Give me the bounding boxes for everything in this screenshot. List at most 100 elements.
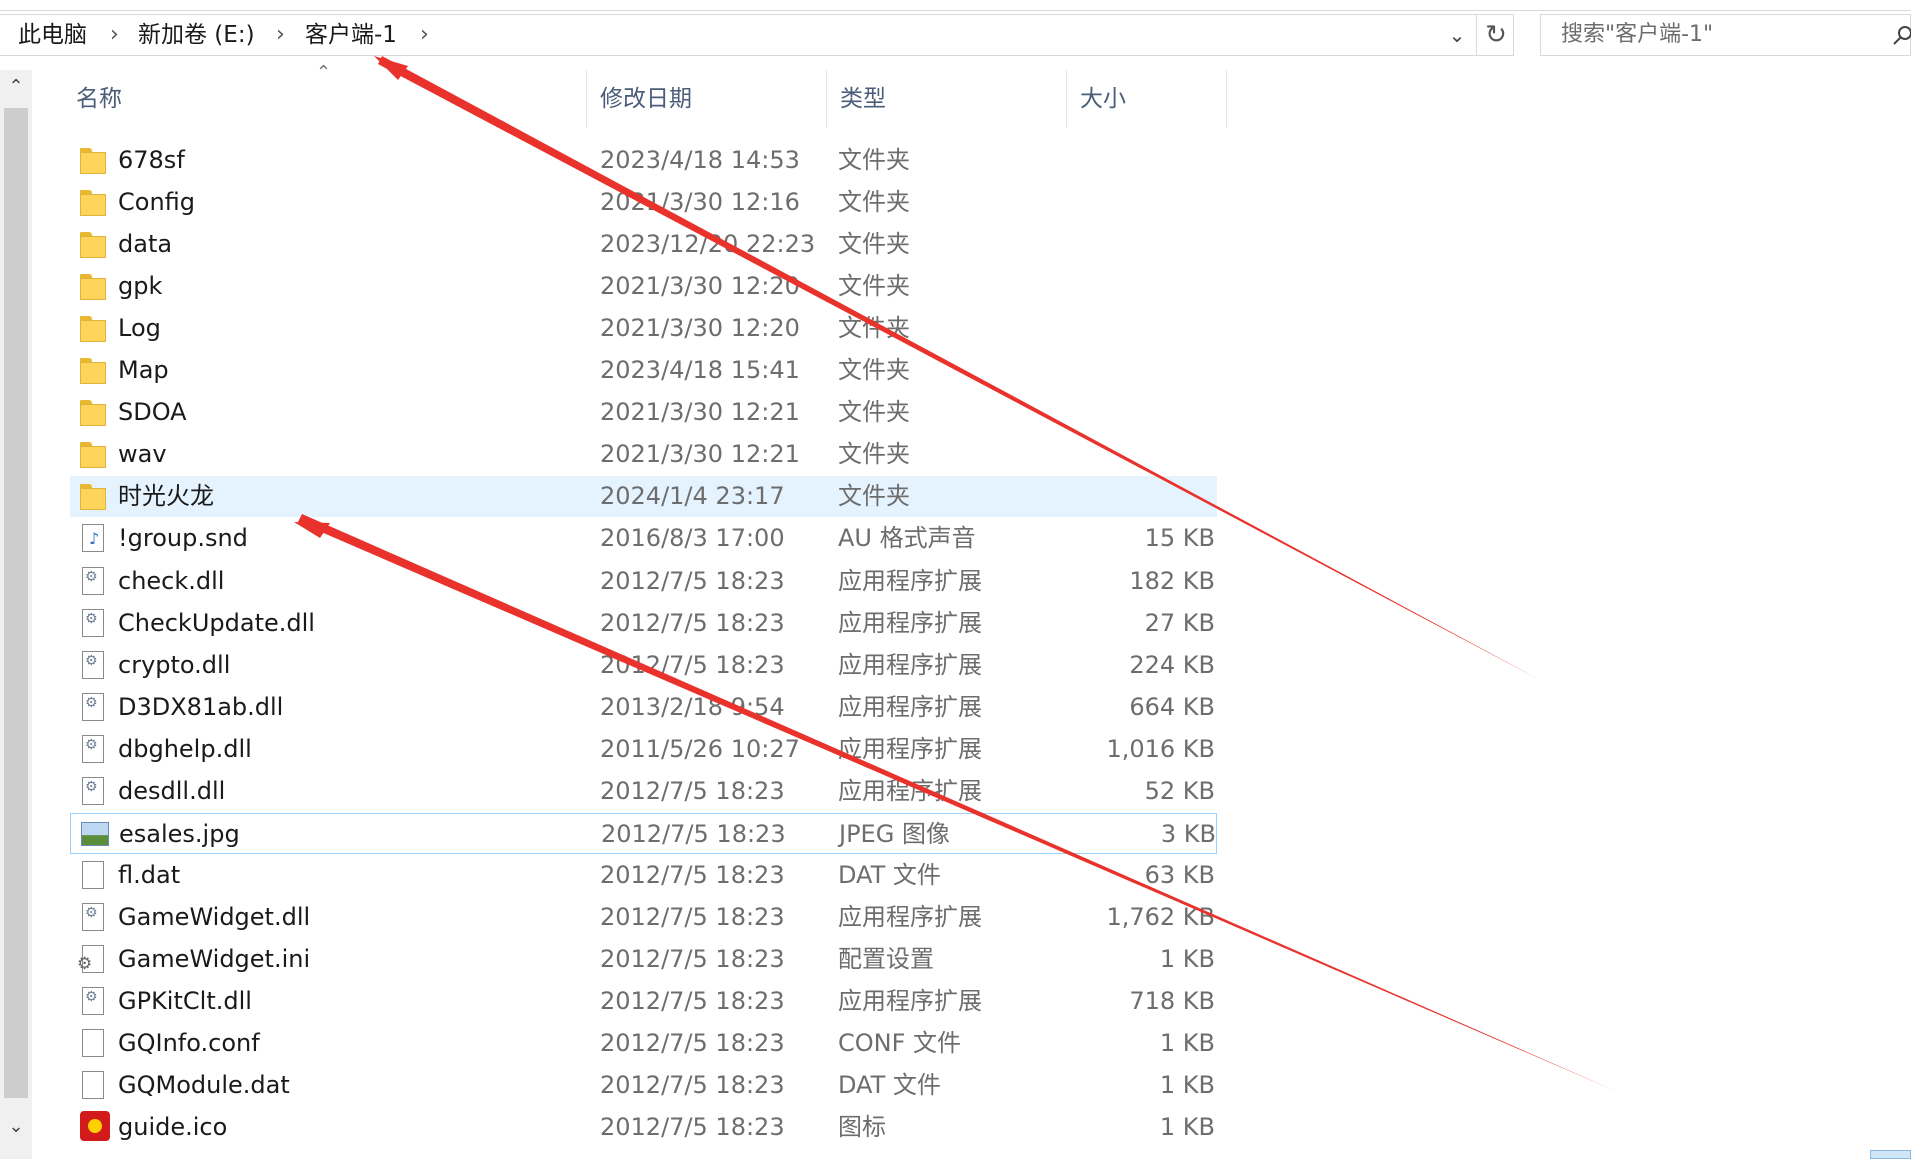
file-type: 应用程序扩展 [838, 566, 982, 595]
file-row[interactable]: GQModule.dat 2012/7/5 18:23 DAT 文件 1 KB [70, 1065, 1217, 1106]
file-type: 文件夹 [838, 146, 910, 174]
file-icon-cell [80, 981, 110, 1022]
file-modified-date: 2021/3/30 12:20 [600, 272, 800, 301]
column-header-date[interactable]: 修改日期 [586, 70, 826, 128]
file-name: SDOA [118, 398, 187, 427]
file-icon-cell [80, 729, 110, 770]
file-row[interactable]: dbghelp.dll 2011/5/26 10:27 应用程序扩展 1,016 KB [70, 729, 1217, 770]
file-modified-date: 2012/7/5 18:23 [600, 944, 785, 973]
file-icon-cell [81, 814, 111, 855]
file-size [1030, 392, 1215, 433]
file-row[interactable]: guide.ico 2012/7/5 18:23 图标 1 KB [70, 1107, 1217, 1148]
file-row[interactable]: Log 2021/3/30 12:20 文件夹 [70, 308, 1217, 349]
file-icon-cell [80, 771, 110, 812]
address-bar[interactable]: 此电脑 › 新加卷 (E:) › 客户端-1 › ⌄ ↻ [0, 14, 1514, 56]
file-row[interactable]: check.dll 2012/7/5 18:23 应用程序扩展 182 KB [70, 561, 1217, 602]
file-row[interactable]: Map 2023/4/18 15:41 文件夹 [70, 350, 1217, 391]
file-icon-cell [80, 266, 110, 307]
file-modified-date: 2012/7/5 18:23 [600, 1029, 785, 1058]
file-modified-date: 2012/7/5 18:23 [600, 608, 785, 637]
search-input[interactable]: 搜索"客户端-1" [1540, 14, 1911, 56]
file-row[interactable]: D3DX81ab.dll 2013/2/18 9:54 应用程序扩展 664 KB [70, 687, 1217, 728]
file-size: 1 KB [1159, 1113, 1215, 1142]
file-name: Config [118, 188, 196, 217]
ico-file-icon [80, 1111, 110, 1142]
file-modified-date: 2012/7/5 18:23 [600, 566, 785, 595]
file-type: AU 格式声音 [838, 524, 976, 553]
file-row[interactable]: !group.snd 2016/8/3 17:00 AU 格式声音 15 KB [70, 518, 1217, 559]
vertical-scrollbar[interactable]: ⌃ ⌄ [0, 70, 32, 1159]
file-name: fl.dat [118, 860, 181, 889]
file-row[interactable]: GQInfo.conf 2012/7/5 18:23 CONF 文件 1 KB [70, 1023, 1217, 1064]
file-icon-cell [80, 603, 110, 644]
file-row[interactable]: desdll.dll 2012/7/5 18:23 应用程序扩展 52 KB [70, 771, 1217, 812]
breadcrumb-drive[interactable]: 新加卷 (E:) [138, 15, 255, 55]
file-name: Map [118, 356, 169, 385]
scroll-up-icon[interactable]: ⌃ [0, 70, 32, 104]
column-header-type[interactable]: 类型 [826, 70, 1066, 128]
file-name: crypto.dll [118, 650, 231, 679]
file-modified-date: 2012/7/5 18:23 [600, 860, 785, 889]
dll-file-icon [82, 650, 104, 679]
file-row[interactable]: data 2023/12/20 22:23 文件夹 [70, 224, 1217, 265]
file-row[interactable]: Config 2021/3/30 12:16 文件夹 [70, 182, 1217, 223]
file-size: 63 KB [1144, 860, 1215, 889]
file-size: 3 KB [1160, 819, 1216, 848]
file-type: JPEG 图像 [839, 819, 950, 848]
scroll-down-icon[interactable]: ⌄ [0, 1110, 32, 1144]
file-row[interactable]: GameWidget.dll 2012/7/5 18:23 应用程序扩展 1,762 … [70, 897, 1217, 938]
file-row[interactable]: wav 2021/3/30 12:21 文件夹 [70, 434, 1217, 475]
file-modified-date: 2013/2/18 9:54 [600, 692, 785, 721]
file-modified-date: 2012/7/5 18:23 [600, 902, 785, 931]
folder-icon [80, 442, 106, 469]
file-icon-cell [80, 897, 110, 938]
blank-file-icon [82, 1029, 104, 1058]
file-row[interactable]: 时光火龙 2024/1/4 23:17 文件夹 [70, 476, 1217, 518]
breadcrumb-current-folder[interactable]: 客户端-1 [305, 15, 397, 55]
file-icon-cell [80, 224, 110, 265]
file-row[interactable]: CheckUpdate.dll 2012/7/5 18:23 应用程序扩展 27 KB [70, 603, 1217, 644]
file-name: dbghelp.dll [118, 734, 252, 763]
file-row[interactable]: SDOA 2021/3/30 12:21 文件夹 [70, 392, 1217, 433]
file-name: gpk [118, 272, 163, 301]
dll-file-icon [82, 902, 104, 931]
breadcrumb-separator-icon[interactable]: › [110, 15, 119, 55]
file-row[interactable]: crypto.dll 2012/7/5 18:23 应用程序扩展 224 KB [70, 645, 1217, 686]
file-row[interactable]: GameWidget.ini 2012/7/5 18:23 配置设置 1 KB [70, 939, 1217, 980]
refresh-icon[interactable]: ↻ [1476, 15, 1515, 55]
file-name: GameWidget.ini [118, 944, 311, 973]
scroll-thumb[interactable] [4, 108, 28, 1098]
file-size: 1 KB [1159, 1029, 1215, 1058]
file-type: 图标 [838, 1113, 886, 1142]
blank-file-icon [82, 1071, 104, 1100]
file-size [1030, 350, 1215, 391]
file-row[interactable]: esales.jpg 2012/7/5 18:23 JPEG 图像 3 KB [70, 812, 1217, 855]
file-row[interactable]: fl.dat 2012/7/5 18:23 DAT 文件 63 KB [70, 855, 1217, 896]
column-divider[interactable] [1226, 70, 1227, 128]
file-name: 678sf [118, 146, 185, 174]
file-type: 文件夹 [838, 314, 910, 343]
breadcrumb-this-pc[interactable]: 此电脑 [18, 15, 87, 55]
file-modified-date: 2021/3/30 12:21 [600, 398, 800, 427]
file-size [1030, 140, 1215, 181]
file-size: 224 KB [1129, 650, 1215, 679]
file-icon-cell [80, 434, 110, 475]
folder-icon [80, 316, 106, 343]
file-size: 15 KB [1144, 524, 1215, 553]
file-icon-cell [80, 687, 110, 728]
file-modified-date: 2021/3/30 12:21 [600, 440, 800, 469]
file-row[interactable]: GPKitClt.dll 2012/7/5 18:23 应用程序扩展 718 KB [70, 981, 1217, 1022]
breadcrumb-separator-icon[interactable]: › [420, 15, 429, 55]
file-row[interactable]: 678sf 2023/4/18 14:53 文件夹 [70, 140, 1217, 181]
view-toggle-button[interactable] [1870, 1150, 1911, 1159]
breadcrumb-separator-icon[interactable]: › [276, 15, 285, 55]
chevron-down-icon[interactable]: ⌄ [1440, 15, 1474, 55]
file-type: 文件夹 [838, 188, 910, 217]
search-icon[interactable] [1893, 25, 1911, 45]
dll-file-icon [82, 776, 104, 805]
file-icon-cell [80, 1065, 110, 1106]
file-type: 应用程序扩展 [838, 776, 982, 805]
column-header-size[interactable]: 大小 [1066, 70, 1226, 128]
file-row[interactable]: gpk 2021/3/30 12:20 文件夹 [70, 266, 1217, 307]
file-size [1030, 266, 1215, 307]
